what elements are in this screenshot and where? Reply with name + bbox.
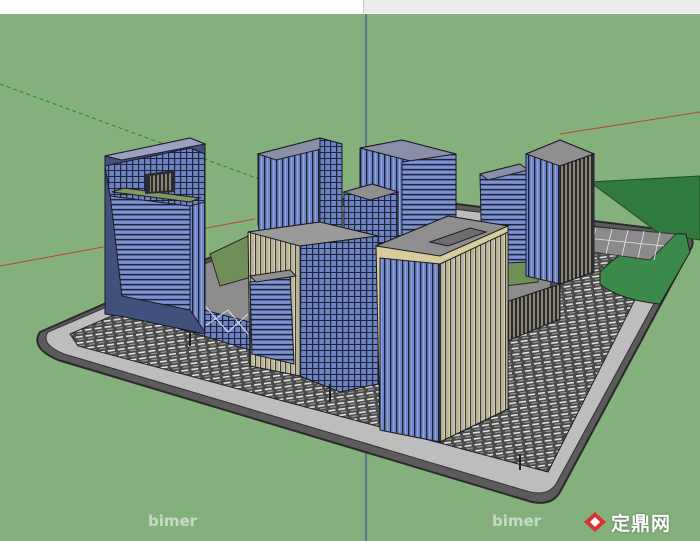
toolbar-selected-region: [363, 0, 700, 13]
tower-front-main: [374, 215, 510, 443]
model-canvas[interactable]: [0, 14, 700, 541]
viewport-toolbar-strip: [0, 0, 700, 15]
brand-name: 定鼎网: [611, 512, 672, 535]
tower-back-left: [104, 137, 207, 335]
watermark-left: bimer: [148, 512, 198, 530]
brand-logo-icon: [584, 512, 606, 532]
tower-far-right: [524, 139, 596, 285]
watermark-right: bimer: [492, 512, 542, 530]
tower-front-left: [247, 221, 379, 393]
sketchup-model-viewport[interactable]: [0, 14, 700, 541]
brand-logo: 定鼎网: [583, 509, 671, 535]
